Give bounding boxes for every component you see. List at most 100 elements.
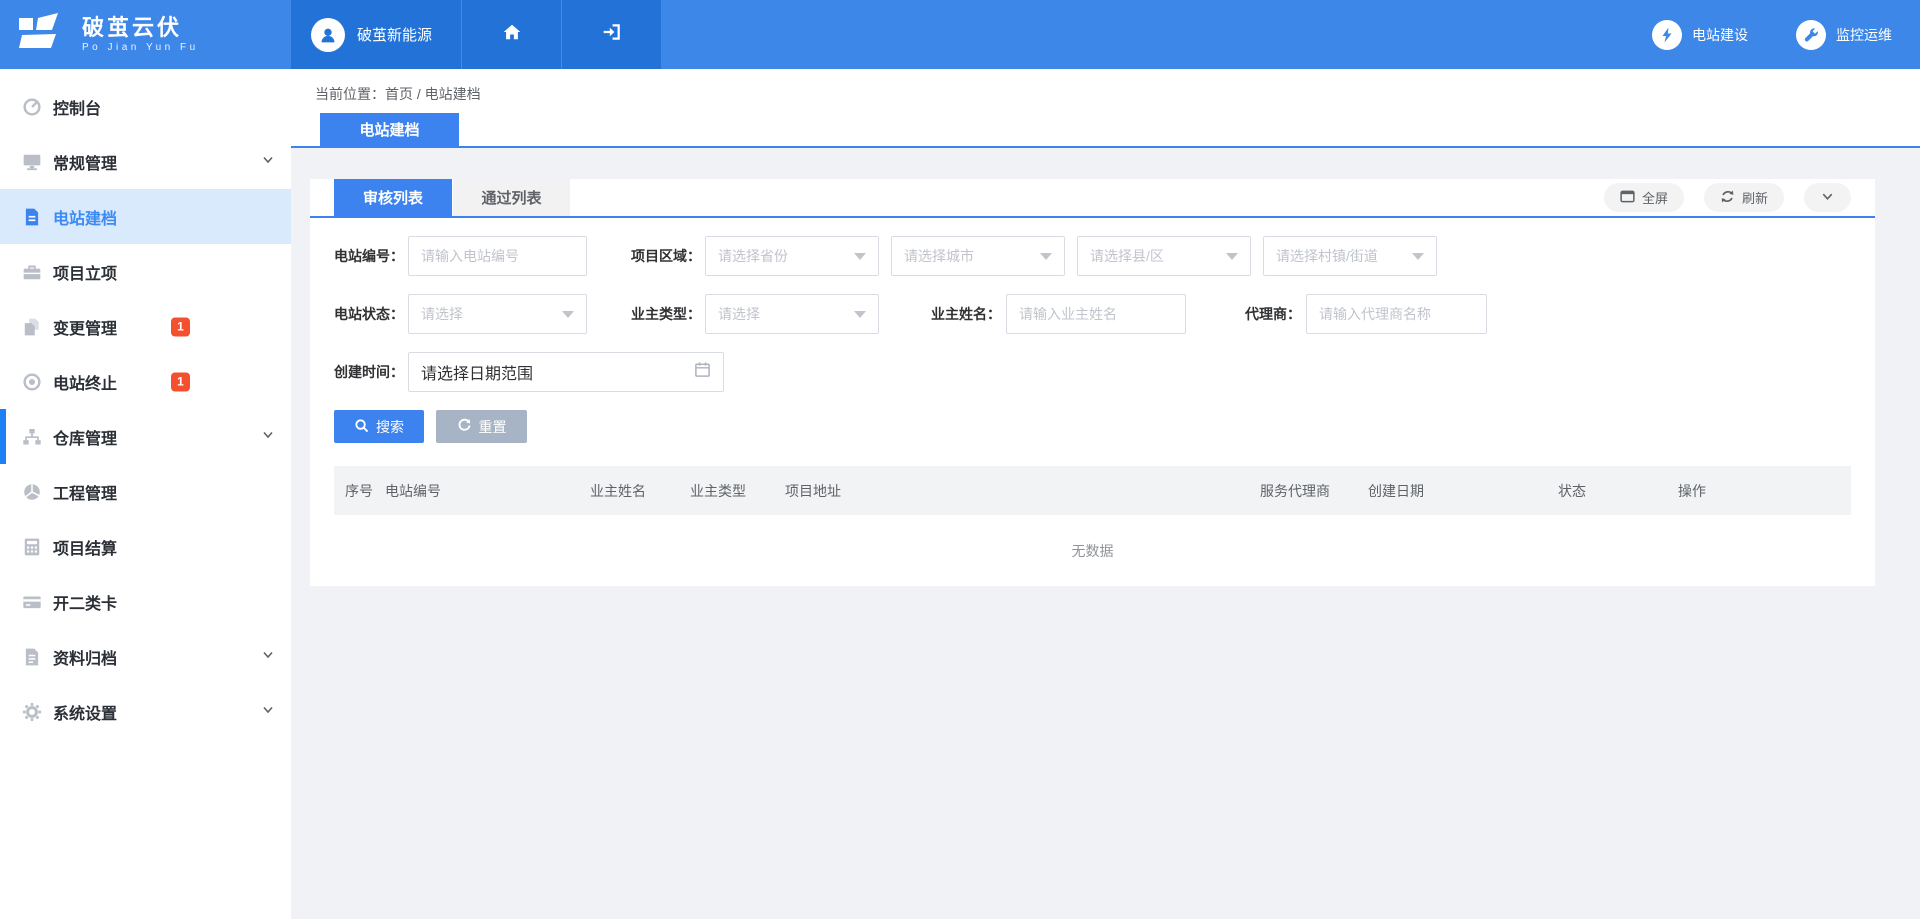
agent-label: 代理商： bbox=[1245, 304, 1301, 324]
sitemap-icon bbox=[20, 425, 44, 449]
caret-down-icon bbox=[562, 311, 574, 318]
lightning-icon bbox=[1652, 20, 1682, 50]
sidebar: 控制台 常规管理 电站建档 项目立项 变更管理 1 电站终止 1 bbox=[0, 69, 291, 919]
col-owner-type: 业主类型 bbox=[679, 481, 774, 501]
sidebar-item-label: 变更管理 bbox=[53, 315, 117, 339]
caret-down-icon bbox=[1226, 253, 1238, 260]
brand-title: 破茧云伏 bbox=[82, 16, 199, 40]
station-termination-badge: 1 bbox=[171, 372, 190, 391]
filter-row-1: 电站编号： 项目区域： 请选择省份 请选择城市 请选择县/区 bbox=[334, 236, 1851, 276]
province-placeholder: 请选择省份 bbox=[718, 246, 788, 266]
tab-review-list[interactable]: 审核列表 bbox=[334, 179, 452, 216]
province-select[interactable]: 请选择省份 bbox=[705, 236, 879, 276]
logout-button[interactable] bbox=[561, 0, 661, 69]
sidebar-item-label: 项目结算 bbox=[53, 535, 117, 559]
owner-name-input[interactable] bbox=[1006, 294, 1186, 334]
chevron-down-icon bbox=[261, 647, 275, 666]
sidebar-item-open-card[interactable]: 开二类卡 bbox=[0, 574, 291, 629]
col-station-no: 电站编号 bbox=[374, 481, 579, 501]
page-tab-station-filing[interactable]: 电站建档 bbox=[320, 113, 459, 146]
sidebar-item-label: 项目立项 bbox=[53, 260, 117, 284]
created-time-label: 创建时间： bbox=[334, 362, 404, 382]
fullscreen-button[interactable]: 全屏 bbox=[1604, 183, 1684, 212]
sidebar-item-console[interactable]: 控制台 bbox=[0, 79, 291, 134]
village-select[interactable]: 请选择村镇/街道 bbox=[1263, 236, 1437, 276]
fullscreen-icon bbox=[1620, 189, 1635, 207]
region-label: 项目区域： bbox=[631, 246, 701, 266]
briefcase-icon bbox=[20, 260, 44, 284]
brand-logo: 破茧云伏 Po Jian Yun Fu bbox=[0, 0, 291, 69]
search-label: 搜索 bbox=[376, 417, 404, 437]
col-status: 状态 bbox=[1547, 481, 1667, 501]
dashboard-icon bbox=[20, 95, 44, 119]
sidebar-item-label: 开二类卡 bbox=[53, 590, 117, 614]
owner-type-select[interactable]: 请选择 bbox=[705, 294, 879, 334]
sidebar-item-project-initiation[interactable]: 项目立项 bbox=[0, 244, 291, 299]
collapse-button[interactable] bbox=[1804, 183, 1851, 212]
content-area: 审核列表 通过列表 全屏 刷新 bbox=[291, 148, 1920, 586]
sidebar-item-system-settings[interactable]: 系统设置 bbox=[0, 684, 291, 739]
date-range-input[interactable]: 请选择日期范围 bbox=[408, 352, 724, 392]
monitor-icon bbox=[20, 150, 44, 174]
refresh-button[interactable]: 刷新 bbox=[1704, 183, 1784, 212]
sidebar-item-warehouse-mgmt[interactable]: 仓库管理 bbox=[0, 409, 291, 464]
chevron-down-icon bbox=[261, 152, 275, 171]
module-station-build[interactable]: 电站建设 bbox=[1652, 20, 1748, 50]
search-button[interactable]: 搜索 bbox=[334, 410, 424, 443]
module-label: 监控运维 bbox=[1836, 25, 1892, 45]
sidebar-item-label: 仓库管理 bbox=[53, 425, 117, 449]
files-icon bbox=[20, 315, 44, 339]
module-monitor-ops[interactable]: 监控运维 bbox=[1796, 20, 1892, 50]
chevron-down-icon bbox=[1820, 189, 1835, 207]
station-no-input[interactable] bbox=[408, 236, 587, 276]
tab-passed-list[interactable]: 通过列表 bbox=[452, 179, 570, 216]
station-status-label: 电站状态： bbox=[334, 304, 404, 324]
breadcrumb-bar: 当前位置：首页 / 电站建档 电站建档 bbox=[291, 69, 1920, 148]
sidebar-item-station-filing[interactable]: 电站建档 bbox=[0, 189, 291, 244]
sidebar-item-project-settlement[interactable]: 项目结算 bbox=[0, 519, 291, 574]
sidebar-item-change-mgmt[interactable]: 变更管理 1 bbox=[0, 299, 291, 354]
county-select[interactable]: 请选择县/区 bbox=[1077, 236, 1251, 276]
caret-down-icon bbox=[1040, 253, 1052, 260]
reset-button[interactable]: 重置 bbox=[436, 410, 527, 443]
filter-actions: 搜索 重置 bbox=[310, 410, 1875, 443]
change-mgmt-badge: 1 bbox=[171, 317, 190, 336]
chevron-down-icon bbox=[261, 427, 275, 446]
stop-circle-icon bbox=[20, 370, 44, 394]
owner-name-label: 业主姓名： bbox=[931, 304, 1001, 324]
village-placeholder: 请选择村镇/街道 bbox=[1276, 246, 1378, 266]
col-service-agent: 服务代理商 bbox=[1249, 481, 1357, 501]
col-project-address: 项目地址 bbox=[774, 481, 1249, 501]
home-button[interactable] bbox=[461, 0, 561, 69]
sidebar-item-general-mgmt[interactable]: 常规管理 bbox=[0, 134, 291, 189]
filter-form: 电站编号： 项目区域： 请选择省份 请选择城市 请选择县/区 bbox=[310, 218, 1875, 392]
sidebar-item-label: 资料归档 bbox=[53, 645, 117, 669]
col-index: 序号 bbox=[334, 481, 374, 501]
sidebar-item-engineering-mgmt[interactable]: 工程管理 bbox=[0, 464, 291, 519]
sidebar-item-label: 电站建档 bbox=[53, 205, 117, 229]
gear-icon bbox=[20, 700, 44, 724]
wrench-icon bbox=[1796, 20, 1826, 50]
sidebar-item-label: 系统设置 bbox=[53, 700, 117, 724]
sidebar-item-data-archive[interactable]: 资料归档 bbox=[0, 629, 291, 684]
user-account[interactable]: 破茧新能源 bbox=[291, 0, 461, 69]
col-actions: 操作 bbox=[1667, 481, 1851, 501]
results-table: 序号 电站编号 业主姓名 业主类型 项目地址 服务代理商 创建日期 状态 操作 … bbox=[334, 466, 1851, 586]
owner-type-label: 业主类型： bbox=[631, 304, 701, 324]
fullscreen-label: 全屏 bbox=[1642, 188, 1668, 207]
sidebar-item-station-termination[interactable]: 电站终止 1 bbox=[0, 354, 291, 409]
city-select[interactable]: 请选择城市 bbox=[891, 236, 1065, 276]
archive-icon bbox=[20, 645, 44, 669]
brand-subtitle: Po Jian Yun Fu bbox=[82, 42, 199, 53]
caret-down-icon bbox=[854, 311, 866, 318]
header-nav: 破茧新能源 bbox=[291, 0, 661, 69]
panel-tools: 全屏 刷新 bbox=[1604, 183, 1851, 212]
breadcrumb: 当前位置：首页 / 电站建档 bbox=[291, 69, 1920, 104]
col-created-date: 创建日期 bbox=[1357, 481, 1547, 501]
station-no-label: 电站编号： bbox=[334, 246, 404, 266]
header-modules: 电站建设 监控运维 bbox=[661, 0, 1920, 69]
chevron-down-icon bbox=[261, 702, 275, 721]
agent-input[interactable] bbox=[1306, 294, 1487, 334]
station-status-select[interactable]: 请选择 bbox=[408, 294, 587, 334]
sidebar-item-label: 控制台 bbox=[53, 95, 101, 119]
